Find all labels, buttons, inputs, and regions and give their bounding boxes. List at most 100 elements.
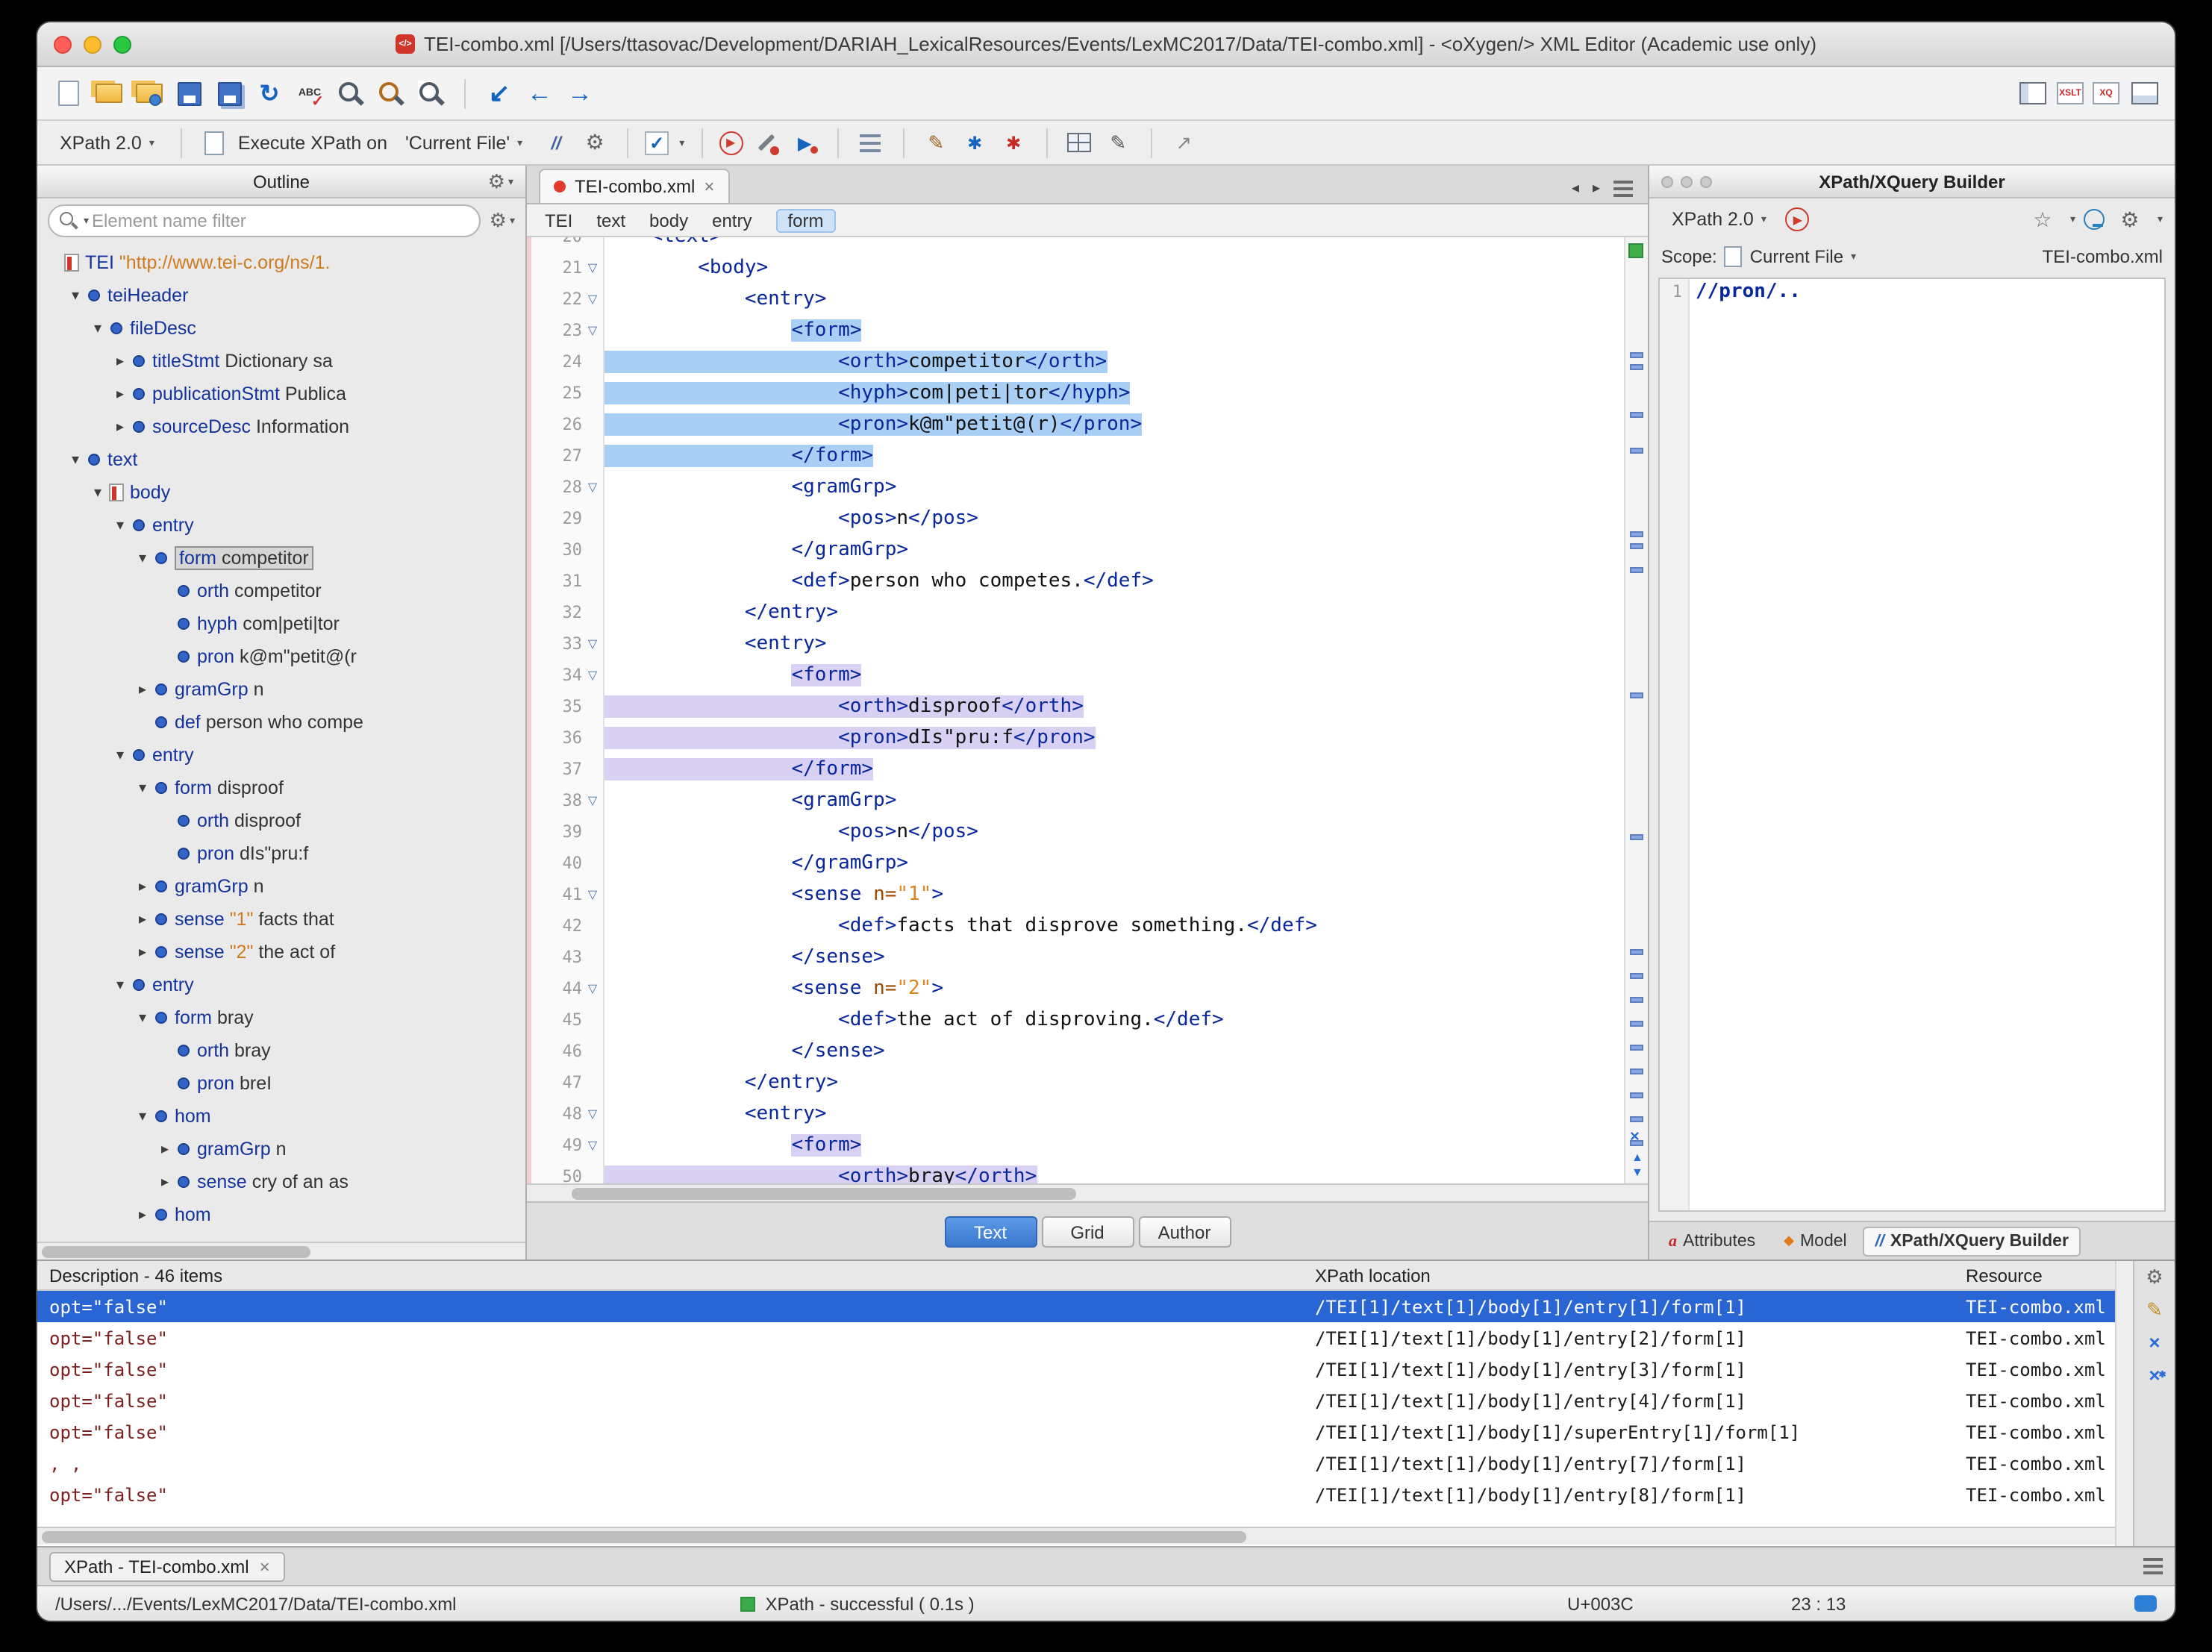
outline-settings-icon[interactable]: ⚙ ▾ xyxy=(488,170,513,194)
code-line[interactable]: <sense n="2"> xyxy=(604,973,1624,1004)
code-line[interactable]: <orth>disproof</orth> xyxy=(604,691,1624,722)
outline-item[interactable]: def person who compe xyxy=(37,706,525,739)
next-occurrence-icon[interactable]: ▼ xyxy=(1631,1166,1643,1179)
code-editor[interactable]: 2021▽22▽23▽2425262728▽2930313233▽34▽3536… xyxy=(527,237,1648,1183)
editor-horizontal-scrollbar[interactable] xyxy=(527,1183,1648,1201)
outline-item[interactable]: ▾ entry xyxy=(37,509,525,542)
result-row[interactable]: opt="false" /TEI[1]/text[1]/body[1]/super… xyxy=(37,1416,2115,1448)
result-row[interactable]: opt="false" /TEI[1]/text[1]/body[1]/entry… xyxy=(37,1479,2115,1510)
code-line[interactable]: <def>person who competes.</def> xyxy=(604,566,1624,597)
xpath-expression[interactable]: //pron/.. xyxy=(1690,279,1807,1210)
results-description-header[interactable]: Description - 46 items xyxy=(37,1265,1315,1286)
code-line[interactable]: <entry> xyxy=(604,1098,1624,1130)
fold-toggle-icon[interactable]: ▽ xyxy=(582,472,603,503)
builder-tab-xpath-xquery-builder[interactable]: XPath/XQuery Builder xyxy=(1863,1226,2081,1256)
titlebar[interactable]: TEI-combo.xml [/Users/ttasovac/Developme… xyxy=(37,22,2175,67)
expand-icon[interactable]: ▸ xyxy=(110,353,130,369)
format-selection-icon[interactable] xyxy=(998,127,1029,158)
expand-icon[interactable]: ▸ xyxy=(155,1141,175,1157)
code-line[interactable]: <orth>bray</orth> xyxy=(604,1161,1624,1183)
results-resource-header[interactable]: Resource xyxy=(1966,1265,2115,1286)
remove-all-results-icon[interactable] xyxy=(2149,1365,2166,1386)
xpath-history-icon[interactable] xyxy=(540,127,572,158)
expand-icon[interactable]: ▸ xyxy=(110,386,130,402)
code-line[interactable]: <form> xyxy=(604,1130,1624,1161)
occurrence-marker[interactable] xyxy=(1630,352,1643,358)
debug-icon[interactable] xyxy=(789,127,820,158)
outline-item[interactable]: ▸ gramGrp n xyxy=(37,1133,525,1166)
collapse-icon[interactable]: ▾ xyxy=(110,517,130,534)
occurrence-marker[interactable] xyxy=(1630,364,1643,370)
grid-mode-icon[interactable] xyxy=(1063,127,1095,158)
results-horizontal-scrollbar[interactable] xyxy=(37,1527,2115,1545)
author-mode-icon[interactable] xyxy=(1102,127,1134,158)
save-all-icon[interactable] xyxy=(213,78,245,109)
code-line[interactable]: <form> xyxy=(604,315,1624,346)
outline-panel-header[interactable]: Outline ⚙ ▾ xyxy=(37,166,525,198)
outline-item[interactable]: ▾ entry xyxy=(37,739,525,772)
view-tab-author[interactable]: Author xyxy=(1138,1216,1231,1248)
new-document-icon[interactable] xyxy=(52,78,84,109)
format-indent-icon[interactable] xyxy=(855,127,886,158)
outline-item[interactable]: ▾ form disproof xyxy=(37,772,525,804)
collapse-icon[interactable]: ▾ xyxy=(133,550,152,566)
results-settings-icon[interactable] xyxy=(2146,1267,2163,1288)
reload-icon[interactable]: ↻ xyxy=(254,78,285,109)
outline-item[interactable]: pron breI xyxy=(37,1067,525,1100)
apply-transformation-icon[interactable] xyxy=(719,131,743,154)
author-layout-icon[interactable] xyxy=(2128,78,2160,109)
execute-xpath-icon[interactable] xyxy=(1785,207,1810,231)
occurrence-marker[interactable] xyxy=(1630,1021,1643,1027)
outline-item[interactable]: ▾ form competitor xyxy=(37,542,525,575)
occurrence-marker[interactable] xyxy=(1630,1140,1643,1146)
status-caret-position[interactable]: 23 : 13 xyxy=(1791,1593,2134,1614)
result-row[interactable]: opt="false" /TEI[1]/text[1]/body[1]/entry… xyxy=(37,1385,2115,1416)
spell-check-icon[interactable]: ABC xyxy=(294,78,325,110)
format-files-icon[interactable] xyxy=(959,127,990,158)
code-line[interactable]: <entry> xyxy=(604,284,1624,315)
fold-toggle-icon[interactable]: ▽ xyxy=(582,628,603,660)
code-line[interactable]: </gramGrp> xyxy=(604,534,1624,566)
expand-icon[interactable]: ▸ xyxy=(133,1207,152,1223)
element-filter-box[interactable]: ▾ xyxy=(48,204,481,237)
close-window-button[interactable] xyxy=(54,36,72,54)
collapse-icon[interactable]: ▾ xyxy=(133,1108,152,1124)
close-tab-icon[interactable]: × xyxy=(704,176,714,197)
occurrence-marker[interactable] xyxy=(1630,531,1643,537)
toggle-editor-layout-icon[interactable] xyxy=(2016,78,2048,109)
outline-item[interactable]: ▸ publicationStmt Publica xyxy=(37,378,525,410)
outline-horizontal-scrollbar[interactable] xyxy=(37,1242,525,1260)
expand-icon[interactable]: ▸ xyxy=(155,1174,175,1190)
validate-icon[interactable] xyxy=(645,131,669,154)
collapse-icon[interactable]: ▾ xyxy=(66,451,85,468)
outline-item[interactable]: TEI "http://www.tei-c.org/ns/1. xyxy=(37,246,525,279)
code-line[interactable]: <orth>competitor</orth> xyxy=(604,346,1624,378)
breadcrumb-item-text[interactable]: text xyxy=(596,210,625,231)
code-line[interactable]: <pos>n</pos> xyxy=(604,816,1624,848)
outline-item[interactable]: ▾ form bray xyxy=(37,1001,525,1034)
xpath-results-tab[interactable]: XPath - TEI-combo.xml × xyxy=(49,1551,285,1581)
outline-filter-settings-icon[interactable]: ⚙ ▾ xyxy=(490,209,515,233)
highlight-results-icon[interactable] xyxy=(2146,1300,2163,1321)
close-results-tab-icon[interactable]: × xyxy=(260,1556,270,1577)
fold-toggle-icon[interactable]: ▽ xyxy=(582,252,603,284)
element-filter-input[interactable] xyxy=(92,210,469,231)
fold-toggle-icon[interactable]: ▽ xyxy=(582,660,603,691)
outline-item[interactable]: orth bray xyxy=(37,1034,525,1067)
outline-item[interactable]: orth disproof xyxy=(37,804,525,837)
breadcrumb-item-TEI[interactable]: TEI xyxy=(545,210,572,231)
minimize-window-button[interactable] xyxy=(84,36,101,54)
expand-icon[interactable]: ▸ xyxy=(133,681,152,698)
search-icon[interactable] xyxy=(334,78,366,109)
breadcrumb-item-entry[interactable]: entry xyxy=(712,210,752,231)
breadcrumb-item-body[interactable]: body xyxy=(649,210,688,231)
occurrence-marker[interactable] xyxy=(1630,412,1643,418)
search-replace-icon[interactable] xyxy=(375,78,406,109)
clear-expression-icon[interactable] xyxy=(2084,209,2105,230)
chevron-down-icon[interactable]: ▾ xyxy=(2158,213,2163,225)
open-folder-icon[interactable] xyxy=(93,78,124,109)
code-line[interactable]: </entry> xyxy=(604,1067,1624,1098)
results-vertical-scrollbar[interactable] xyxy=(2115,1261,2133,1546)
outline-item[interactable]: ▸ gramGrp n xyxy=(37,870,525,903)
code-line[interactable]: <text> xyxy=(604,237,1624,252)
